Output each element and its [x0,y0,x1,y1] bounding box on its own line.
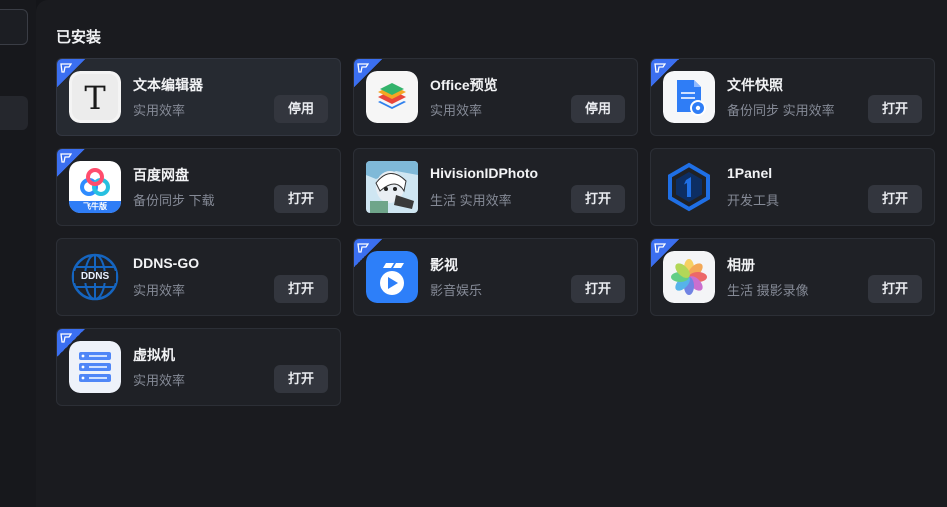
disable-button[interactable]: 停用 [274,95,328,123]
app-card-text-editor[interactable]: T 文本编辑器 实用效率 停用 [56,58,341,136]
open-button[interactable]: 打开 [274,275,328,303]
fnos-badge-icon [357,243,369,253]
1panel-icon [663,161,715,213]
app-card-1panel[interactable]: 1Panel 开发工具 打开 [650,148,935,226]
app-card-virtual-machine[interactable]: 虚拟机 实用效率 打开 [56,328,341,406]
hivision-idphoto-icon [366,161,418,213]
open-button[interactable]: 打开 [868,275,922,303]
app-tags: 生活 摄影录像 [727,283,809,298]
app-card-ddns-go[interactable]: DDNS DDNS-GO 实用效率 打开 [56,238,341,316]
app-tags: 备份同步 下载 [133,193,215,208]
app-name: 文件快照 [727,77,783,93]
virtual-machine-icon [69,341,121,393]
office-preview-icon [366,71,418,123]
app-card-baidu-netdisk[interactable]: 飞牛版 百度网盘 备份同步 下载 打开 [56,148,341,226]
app-name: HivisionIDPhoto [430,165,539,181]
app-tags: 实用效率 [133,373,186,388]
open-button[interactable]: 打开 [571,275,625,303]
left-sidebar [0,0,36,507]
app-name: 虚拟机 [133,347,175,363]
sidebar-active-item[interactable] [0,96,28,130]
icon-label: 飞牛版 [83,202,107,211]
open-button[interactable]: 打开 [274,365,328,393]
app-tags: 生活 实用效率 [430,193,512,208]
app-card-hivision-idphoto[interactable]: HivisionIDPhoto 生活 实用效率 打开 [353,148,638,226]
fnos-badge-icon [357,63,369,73]
open-button[interactable]: 打开 [274,185,328,213]
app-card-file-snapshot[interactable]: 文件快照 备份同步 实用效率 打开 [650,58,935,136]
fnos-badge-icon [60,63,72,73]
ddns-go-icon: DDNS [69,251,121,303]
open-button[interactable]: 打开 [868,185,922,213]
app-tags: 实用效率 [430,103,483,118]
app-card-photos[interactable]: 相册 生活 摄影录像 打开 [650,238,935,316]
app-tags: 实用效率 [133,103,186,118]
fnos-badge-icon [654,243,666,253]
fnos-badge-icon [60,153,72,163]
sidebar-search-box[interactable] [0,9,28,45]
app-card-office-preview[interactable]: Office预览 实用效率 停用 [353,58,638,136]
app-tags: 实用效率 [133,283,186,298]
app-card-video[interactable]: 影视 影音娱乐 打开 [353,238,638,316]
app-name: DDNS-GO [133,255,200,271]
app-tags: 开发工具 [727,193,780,208]
app-name: 相册 [727,257,755,273]
text-editor-icon: T [69,71,121,123]
app-name: 影视 [430,257,458,273]
app-name: 1Panel [727,165,773,181]
baidu-netdisk-icon: 飞牛版 [69,161,121,213]
open-button[interactable]: 打开 [868,95,922,123]
app-name: 百度网盘 [133,167,189,183]
icon-label: DDNS [80,271,110,282]
open-button[interactable]: 打开 [571,185,625,213]
video-icon [366,251,418,303]
app-name: Office预览 [430,77,498,93]
fnos-badge-icon [60,333,72,343]
main-panel: 已安装 T 文本编辑器 实用效率 停用 Office预览 实用效率 停用 文件快… [36,0,947,507]
app-tags: 影音娱乐 [430,283,483,298]
photos-icon [663,251,715,303]
fnos-badge-icon [654,63,666,73]
app-name: 文本编辑器 [133,77,203,93]
disable-button[interactable]: 停用 [571,95,625,123]
app-tags: 备份同步 实用效率 [727,103,835,118]
file-snapshot-icon [663,71,715,123]
section-title: 已安装 [56,29,102,46]
svg-text:T: T [84,79,106,117]
